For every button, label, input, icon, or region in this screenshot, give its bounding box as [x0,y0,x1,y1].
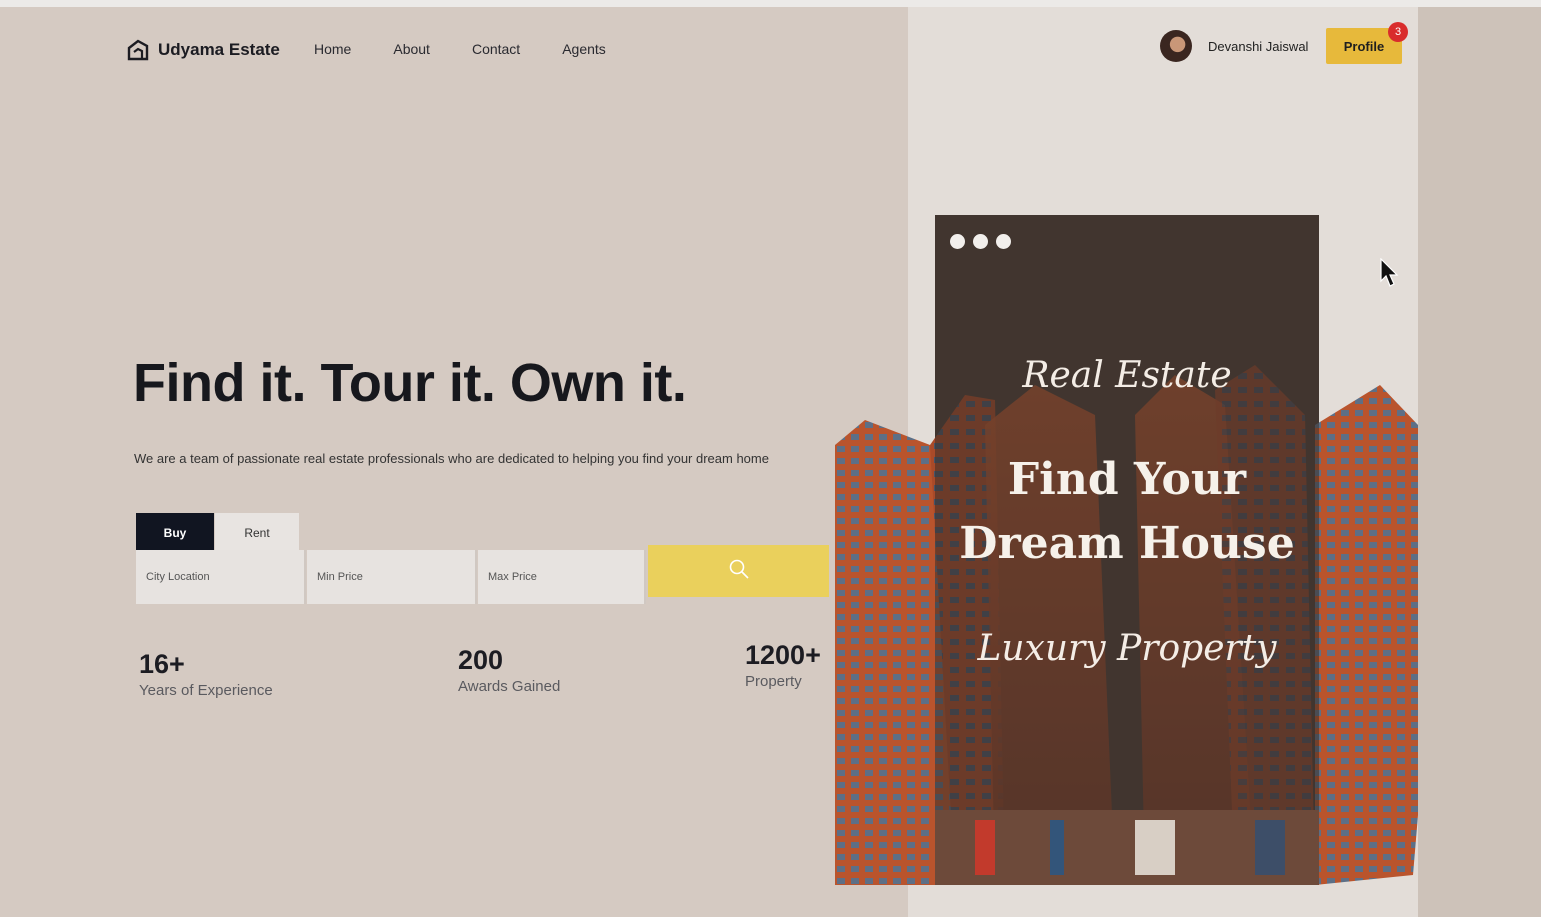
stat-value: 200 [458,645,504,675]
main-nav: Home About Contact Agents [314,41,648,57]
poster-script-bottom: Luxury Property [977,628,1277,669]
dot-icon [973,234,988,249]
stat-value: 16+ [139,649,185,679]
notification-badge: 3 [1388,22,1408,42]
hero-headline: Find it. Tour it. Own it. [133,353,687,413]
poster-title-line2: Dream House [959,518,1295,569]
mouse-cursor-icon [1380,257,1400,293]
dot-icon [996,234,1011,249]
tab-buy[interactable]: Buy [136,513,214,553]
screen-top-edge [0,0,1541,7]
search-icon [728,558,750,585]
avatar[interactable] [1160,30,1192,62]
nav-about[interactable]: About [393,41,430,57]
brand-logo[interactable]: Udyama Estate [126,38,280,62]
poster-script-top: Real Estate [1022,355,1232,396]
stat-label: Awards Gained [458,678,561,695]
poster-title: Find Your Dream House [935,448,1319,576]
stat-label: Years of Experience [139,682,273,699]
stat-experience: 16+ Years of Experience [139,649,273,699]
stat-awards: 200 Awards Gained [458,645,560,695]
user-menu[interactable]: Devanshi Jaiswal [1160,30,1308,62]
house-logo-icon [126,38,150,62]
tab-rent[interactable]: Rent [215,513,299,553]
window-dots [950,234,1011,249]
city-location-input[interactable]: City Location [136,550,306,604]
nav-home[interactable]: Home [314,41,351,57]
stat-value: 1200+ [745,640,821,670]
search-button[interactable] [648,545,829,597]
nav-agents[interactable]: Agents [562,41,606,57]
dot-icon [950,234,965,249]
max-price-input[interactable]: Max Price [478,550,646,604]
stat-property: 1200+ Property [745,640,821,690]
hero-subtext: We are a team of passionate real estate … [134,451,769,466]
brand-name: Udyama Estate [158,40,280,59]
poster-title-line1: Find Your [1007,454,1247,505]
nav-contact[interactable]: Contact [472,41,520,57]
user-name: Devanshi Jaiswal [1208,38,1309,54]
min-price-input[interactable]: Min Price [307,550,477,604]
stat-label: Property [745,673,802,690]
page-right-margin [1418,7,1541,917]
